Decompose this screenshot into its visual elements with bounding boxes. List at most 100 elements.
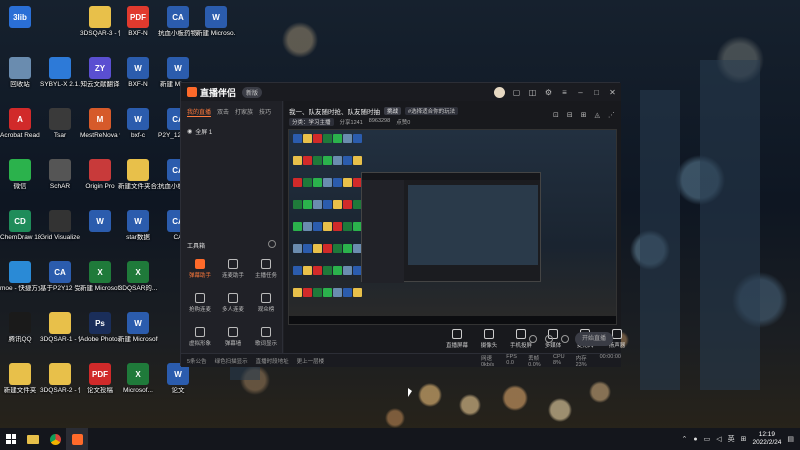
tab-family[interactable]: 打家族 bbox=[235, 107, 253, 117]
desktop-icon[interactable]: W bbox=[80, 210, 120, 234]
toolbox-header: 工具箱 bbox=[187, 244, 206, 250]
toolbox-item[interactable]: 抢购连麦 bbox=[185, 293, 215, 313]
settings-icon[interactable]: ⚙ bbox=[544, 88, 553, 97]
desktop-icon[interactable]: Ps Adobe Photosh... bbox=[80, 312, 120, 344]
clock[interactable]: 12:19 2022/2/24 bbox=[752, 431, 781, 447]
network-icon[interactable]: ▭ bbox=[704, 435, 711, 443]
desktop-icon[interactable]: 3lib bbox=[0, 6, 40, 30]
desktop-icon[interactable]: PDF 论文投稿 bbox=[80, 363, 120, 395]
taskbar-chrome[interactable] bbox=[44, 428, 66, 450]
menu-icon[interactable]: ≡ bbox=[560, 88, 569, 97]
room-category[interactable]: 分类：学习主播 bbox=[289, 118, 334, 126]
desktop-icon[interactable]: A Acrobat Reader DC bbox=[0, 108, 40, 140]
desktop-icon[interactable]: ZY 知云文献翻译 bbox=[80, 57, 120, 89]
status-announcement[interactable]: 5条公告 bbox=[187, 357, 207, 365]
camera-button[interactable]: 摄像头 bbox=[476, 329, 502, 349]
desktop-icon[interactable]: moe - 快捷方式 bbox=[0, 261, 40, 293]
eye-icon[interactable]: ◉ bbox=[187, 128, 192, 135]
share-icon[interactable]: ⋰ bbox=[608, 111, 615, 119]
microphone-tray-icon[interactable]: ● bbox=[693, 436, 697, 443]
preview-mini-icon bbox=[323, 156, 332, 165]
room-tag[interactable]: 挑战 bbox=[384, 107, 402, 115]
desktop-icon[interactable]: 微信 bbox=[0, 159, 40, 191]
lock-icon[interactable]: ⊡ bbox=[553, 111, 559, 119]
desktop-icon[interactable]: Wstar数据 bbox=[118, 210, 158, 242]
desktop-icon[interactable]: SchAR bbox=[40, 159, 80, 191]
start-button[interactable] bbox=[0, 428, 22, 450]
cart-icon[interactable]: ⊞ bbox=[581, 111, 587, 119]
version-badge[interactable]: 新版 bbox=[242, 86, 263, 98]
desktop-icon[interactable]: 新建文件夹合集 bbox=[118, 159, 158, 191]
desktop-icon[interactable]: X Microsof... bbox=[118, 363, 158, 395]
desktop-icon[interactable]: Tsar bbox=[40, 108, 80, 140]
user-avatar[interactable] bbox=[494, 87, 505, 98]
preview-mini-icon bbox=[323, 222, 332, 231]
gear-icon[interactable] bbox=[561, 335, 569, 343]
status-level[interactable]: 更上一层楼 bbox=[297, 357, 325, 365]
eye-toggle-icon[interactable] bbox=[529, 335, 537, 343]
room-title[interactable]: 我一、队友随时抢、队友随时抽 bbox=[289, 106, 380, 116]
toolbox-item[interactable]: 虚拟形象 bbox=[185, 327, 215, 347]
bell-icon[interactable]: ◬ bbox=[595, 111, 600, 119]
desktop-icon[interactable]: 腾讯QQ bbox=[0, 312, 40, 344]
volume-icon[interactable]: ◁ bbox=[716, 435, 721, 443]
input-method[interactable]: 英 bbox=[728, 434, 735, 444]
preview-taskbar bbox=[289, 316, 616, 324]
desktop-icon[interactable]: X 3DQSAR的... bbox=[118, 261, 158, 293]
start-live-button[interactable]: 开始直播 bbox=[575, 332, 613, 346]
lock2-icon[interactable]: ⊟ bbox=[567, 111, 573, 119]
desktop-icon[interactable]: 新建文件夹 bbox=[0, 363, 40, 395]
refresh-icon[interactable] bbox=[545, 335, 553, 343]
desktop-icon[interactable]: W 新建 Microso... bbox=[196, 6, 236, 38]
taskbar-file-explorer[interactable] bbox=[22, 428, 44, 450]
message-icon[interactable]: ▢ bbox=[512, 88, 521, 97]
desktop-icon[interactable]: Grid Visualizer bbox=[40, 210, 80, 242]
desktop-icon[interactable]: CA 基于P2Y12 受体结构的... bbox=[40, 261, 80, 293]
toolbox-item[interactable]: 主播任务 bbox=[251, 259, 281, 279]
preview-mini-icon bbox=[293, 288, 302, 297]
desktop-icon[interactable]: SYBYL-X 2.1.1 bbox=[40, 57, 80, 89]
gift-icon[interactable]: ◫ bbox=[528, 88, 537, 97]
preview-mini-icon bbox=[343, 178, 352, 187]
desktop-icon[interactable]: X 新建 Microsoft... bbox=[80, 261, 120, 293]
tab-my-live[interactable]: 我的直播 bbox=[187, 107, 212, 117]
toolbox-more-icon[interactable] bbox=[268, 240, 276, 248]
desktop-icon[interactable]: M MestReNova 快捷方式 bbox=[80, 108, 120, 140]
live-preview[interactable] bbox=[288, 129, 617, 325]
desktop-icon[interactable]: CA 抗血小板药物研究进展及... bbox=[158, 6, 198, 38]
desktop-icon-image bbox=[49, 57, 71, 79]
desktop-icon[interactable]: 3DQSAR-1 - 快捷方式 bbox=[40, 312, 80, 344]
toolbox-item[interactable]: 观众榜 bbox=[251, 293, 281, 313]
tab-double[interactable]: 双击 bbox=[217, 107, 229, 117]
live-app-icon bbox=[71, 433, 83, 445]
scene-row[interactable]: ◉ 全屏 1 bbox=[187, 127, 276, 136]
desktop-icon[interactable]: 回收站 bbox=[0, 57, 40, 89]
toolbox-item[interactable]: 弹幕墙 bbox=[218, 327, 248, 347]
toolbox-item[interactable]: 弹幕助手 bbox=[185, 259, 215, 279]
desktop-icon[interactable]: Origin Pro bbox=[80, 159, 120, 191]
chevron-up-icon[interactable]: ⌃ bbox=[681, 435, 687, 443]
desktop-icon[interactable]: W 新建 Microsoft... bbox=[118, 312, 158, 344]
toolbox-item[interactable]: 多人连麦 bbox=[218, 293, 248, 313]
tab-tips[interactable]: 技巧 bbox=[259, 107, 271, 117]
room-topic-tag[interactable]: #选择适合你的玩法 bbox=[405, 107, 459, 115]
desktop-icon[interactable]: CD ChemDraw 18.0 bbox=[0, 210, 40, 242]
toolbox-item[interactable]: 歌词显示 bbox=[251, 327, 281, 347]
desktop-icon[interactable]: 3DQSAR-2 - 快捷方式 bbox=[40, 363, 80, 395]
desktop-icon[interactable]: 3DSQAR-3 - 快捷方式 bbox=[80, 6, 120, 38]
grid-icon[interactable]: ⊞ bbox=[741, 435, 747, 443]
toolbox-item[interactable]: 连麦助手 bbox=[218, 259, 248, 279]
screen-capture-button[interactable]: 直播屏幕 bbox=[444, 329, 470, 349]
desktop-icon[interactable]: Wbxf-c bbox=[118, 108, 158, 140]
desktop-icon[interactable]: PDF BXF-N bbox=[118, 6, 158, 38]
desktop-icon[interactable]: W 论文 bbox=[158, 363, 198, 395]
maximize-button[interactable]: □ bbox=[592, 88, 601, 97]
status-address[interactable]: 直播时段地址 bbox=[256, 357, 289, 365]
desktop-icon[interactable]: W BXF-N bbox=[118, 57, 158, 89]
taskbar-live-app[interactable] bbox=[66, 428, 88, 450]
status-scan[interactable]: 绿色扫描显示 bbox=[215, 357, 248, 365]
desktop-icon-image: M bbox=[89, 108, 111, 130]
close-button[interactable]: ✕ bbox=[608, 88, 617, 97]
notification-icon[interactable]: ▤ bbox=[787, 435, 794, 443]
minimize-button[interactable]: – bbox=[576, 88, 585, 97]
